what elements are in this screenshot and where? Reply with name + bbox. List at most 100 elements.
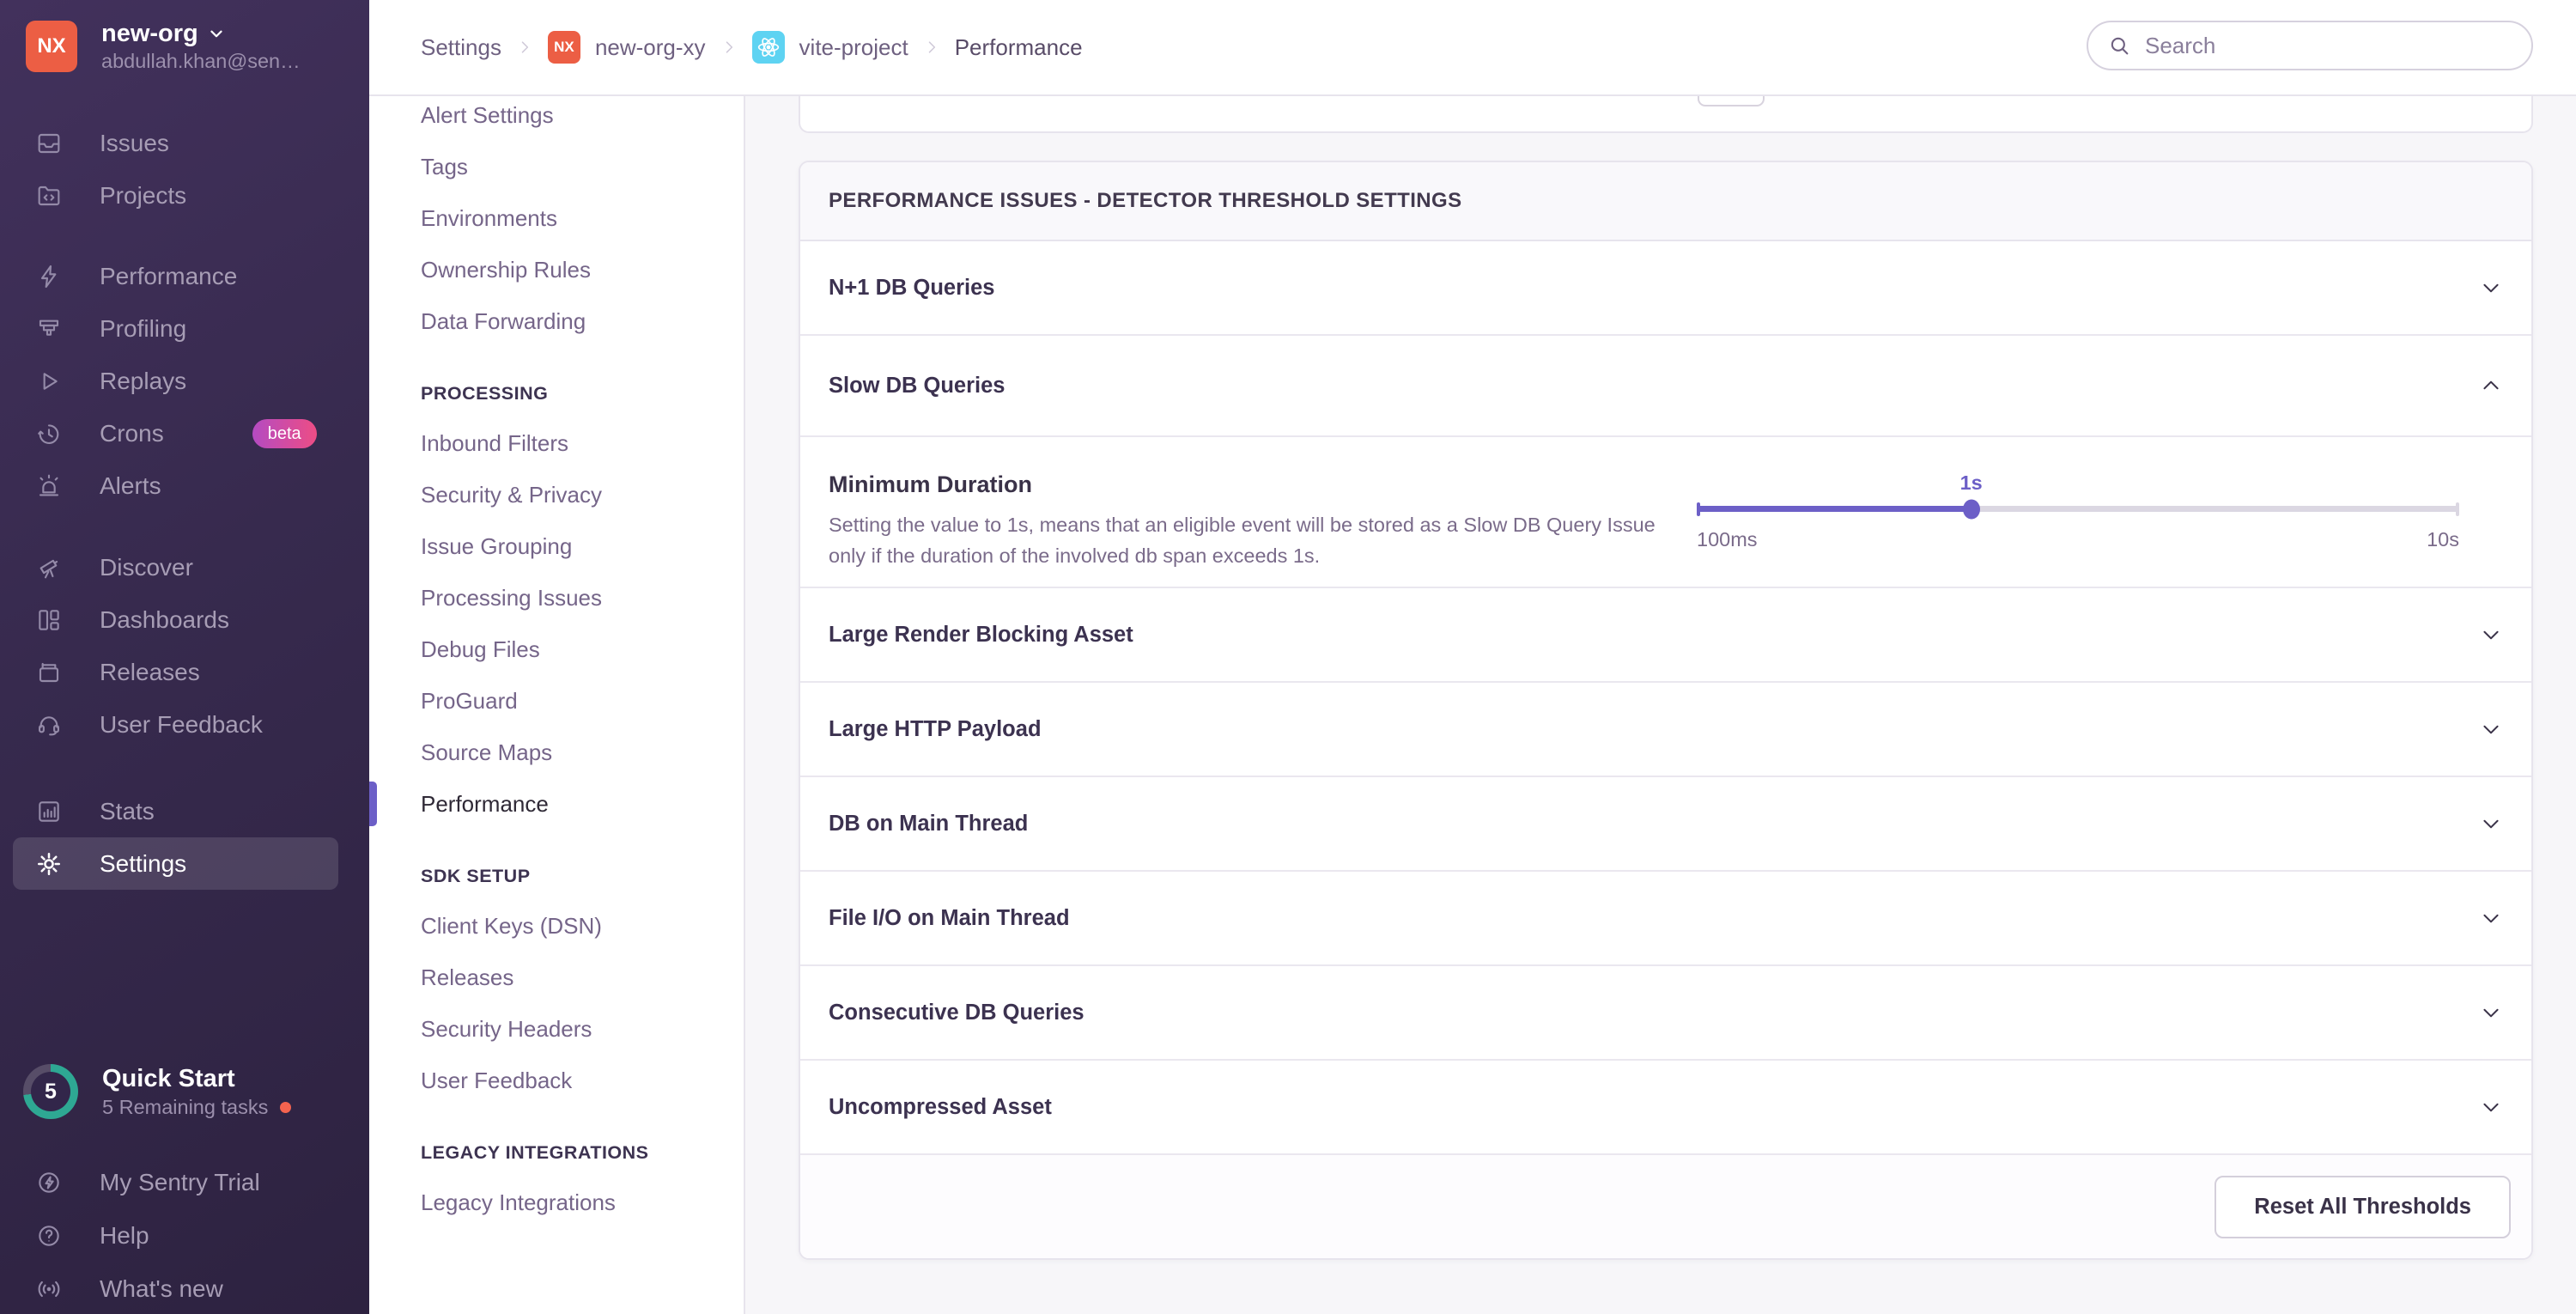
help-icon [35, 1222, 63, 1250]
sidebar-item-projects[interactable]: Projects [0, 169, 369, 222]
accordion-row-consecutive-db-queries[interactable]: Consecutive DB Queries [800, 966, 2531, 1061]
settings-nav-inbound-filters[interactable]: Inbound Filters [369, 417, 744, 469]
sidebar-item-whats-new[interactable]: What's new [0, 1262, 369, 1314]
stats-icon [35, 798, 63, 825]
broadcast-icon [35, 1275, 63, 1303]
sidebar-item-profiling[interactable]: Profiling [0, 302, 369, 355]
sidebar-item-my-sentry-trial[interactable]: My Sentry Trial [0, 1156, 369, 1209]
user-feedback-icon [35, 711, 63, 739]
settings-nav-performance[interactable]: Performance [369, 778, 744, 830]
crons-icon [35, 420, 63, 447]
sidebar-item-dashboards[interactable]: Dashboards [0, 593, 369, 646]
accordion-row-large-render-blocking-asset[interactable]: Large Render Blocking Asset [800, 588, 2531, 683]
slider-value-label: 1s [1959, 471, 1983, 494]
settings-nav-source-maps[interactable]: Source Maps [369, 727, 744, 778]
sidebar-item-settings[interactable]: Settings [13, 837, 338, 890]
detector-threshold-panel: PERFORMANCE ISSUES - DETECTOR THRESHOLD … [799, 161, 2533, 1260]
accordion-row-slow-db-queries[interactable]: Slow DB Queries [800, 336, 2531, 437]
accordion-row-large-http-payload[interactable]: Large HTTP Payload [800, 683, 2531, 777]
settings-nav-releases[interactable]: Releases [369, 952, 744, 1003]
search-box[interactable] [2087, 21, 2533, 70]
reset-all-thresholds-button[interactable]: Reset All Thresholds [2215, 1175, 2511, 1238]
sidebar-item-alerts[interactable]: Alerts [0, 459, 369, 512]
accordion-row-db-on-main-thread[interactable]: DB on Main Thread [800, 777, 2531, 872]
search-input[interactable] [2143, 31, 2512, 60]
settings-nav-issue-grouping[interactable]: Issue Grouping [369, 520, 744, 572]
sidebar-item-label: Crons [100, 419, 164, 447]
settings-nav-ownership-rules[interactable]: Ownership Rules [369, 244, 744, 295]
chevron-down-icon[interactable] [2480, 1001, 2502, 1024]
settings-nav-proguard[interactable]: ProGuard [369, 675, 744, 727]
sidebar-item-label: Profiling [100, 314, 187, 342]
chevron-right-icon [720, 39, 738, 56]
chevron-down-icon[interactable] [2480, 907, 2502, 929]
settings-nav-user-feedback[interactable]: User Feedback [369, 1055, 744, 1106]
chevron-down-icon[interactable] [2480, 624, 2502, 646]
settings-nav-client-keys[interactable]: Client Keys (DSN) [369, 900, 744, 952]
settings-nav-debug-files[interactable]: Debug Files [369, 624, 744, 675]
slow-db-queries-settings: Minimum Duration Setting the value to 1s… [800, 437, 2531, 588]
sidebar-item-label: Alerts [100, 471, 161, 499]
accordion-row-n-plus-one-db-queries[interactable]: N+1 DB Queries [800, 241, 2531, 336]
slider-track[interactable] [1697, 499, 2459, 519]
sidebar-item-label: Dashboards [100, 605, 229, 633]
settings-nav-data-forwarding[interactable]: Data Forwarding [369, 295, 744, 347]
sidebar-item-performance[interactable]: Performance [0, 250, 369, 302]
sidebar-item-issues[interactable]: Issues [0, 117, 369, 169]
sidebar-item-replays[interactable]: Replays [0, 355, 369, 407]
chevron-down-icon[interactable] [2480, 718, 2502, 740]
sidebar-item-label: Releases [100, 658, 200, 685]
settings-nav-tags[interactable]: Tags [369, 141, 744, 192]
settings-nav-legacy-integrations[interactable]: Legacy Integrations [369, 1177, 744, 1228]
slider-thumb[interactable] [1962, 499, 1980, 519]
slider-max-label: 10s [2427, 528, 2459, 551]
org-avatar[interactable]: NX [26, 21, 77, 72]
beta-badge: beta [252, 418, 317, 448]
chevron-down-icon[interactable] [2480, 277, 2502, 299]
breadcrumb: Settings NX new-org-xy vite-project Perf… [421, 31, 1083, 64]
minimum-duration-label: Minimum Duration [829, 471, 1032, 497]
quick-start-count: 5 [31, 1072, 70, 1111]
breadcrumb-project[interactable]: vite-project [799, 34, 908, 61]
settings-nav-security-headers[interactable]: Security Headers [369, 1003, 744, 1055]
issues-icon [35, 130, 63, 157]
panel-title: PERFORMANCE ISSUES - DETECTOR THRESHOLD … [800, 162, 2531, 241]
settings-nav-header-legacy-integrations: LEGACY INTEGRATIONS [421, 1141, 649, 1163]
sidebar-footer: My Sentry Trial Help What's new [0, 1156, 369, 1314]
settings-nav-alert-settings[interactable]: Alert Settings [369, 96, 744, 141]
org-name[interactable]: new-org [101, 19, 198, 48]
slider-min-label: 100ms [1697, 528, 1758, 551]
breadcrumb-page: Performance [954, 33, 1083, 60]
sidebar-item-discover[interactable]: Discover [0, 541, 369, 593]
react-project-icon [751, 31, 785, 64]
accordion-row-uncompressed-asset[interactable]: Uncompressed Asset [800, 1061, 2531, 1155]
settings-nav-processing-issues[interactable]: Processing Issues [369, 572, 744, 624]
sidebar-item-label: What's new [100, 1275, 223, 1302]
notification-dot [280, 1101, 292, 1113]
accordion-row-file-io-on-main-thread[interactable]: File I/O on Main Thread [800, 872, 2531, 966]
settings-nav-security-privacy[interactable]: Security & Privacy [369, 469, 744, 520]
sidebar-item-releases[interactable]: Releases [0, 646, 369, 698]
chevron-up-icon[interactable] [2480, 374, 2502, 397]
releases-icon [35, 659, 63, 686]
sidebar-item-label: Issues [100, 129, 169, 156]
breadcrumb-org[interactable]: new-org-xy [595, 34, 706, 61]
settings-nav: Alert Settings Tags Environments Ownersh… [369, 96, 745, 1314]
settings-nav-environments[interactable]: Environments [369, 192, 744, 244]
sidebar-item-label: Discover [100, 553, 193, 581]
replays-icon [35, 368, 63, 395]
sidebar-item-crons[interactable]: Crons beta [0, 407, 369, 459]
sidebar-item-label: Performance [100, 262, 238, 289]
slider-fill [1697, 506, 1971, 512]
breadcrumb-settings[interactable]: Settings [421, 34, 501, 61]
sidebar-item-label: Replays [100, 367, 187, 394]
chevron-down-icon[interactable] [2480, 1096, 2502, 1118]
quick-start[interactable]: 5 Quick Start 5 Remaining tasks [23, 1063, 349, 1120]
org-switcher[interactable]: NX new-org abdullah.khan@sen… [26, 19, 301, 74]
chevron-down-icon[interactable] [2480, 812, 2502, 835]
sidebar-item-stats[interactable]: Stats [0, 785, 369, 837]
sidebar-item-user-feedback[interactable]: User Feedback [0, 698, 369, 751]
profiling-icon [35, 315, 63, 343]
sidebar-item-help[interactable]: Help [0, 1209, 369, 1262]
user-email: abdullah.khan@sen… [101, 50, 301, 72]
